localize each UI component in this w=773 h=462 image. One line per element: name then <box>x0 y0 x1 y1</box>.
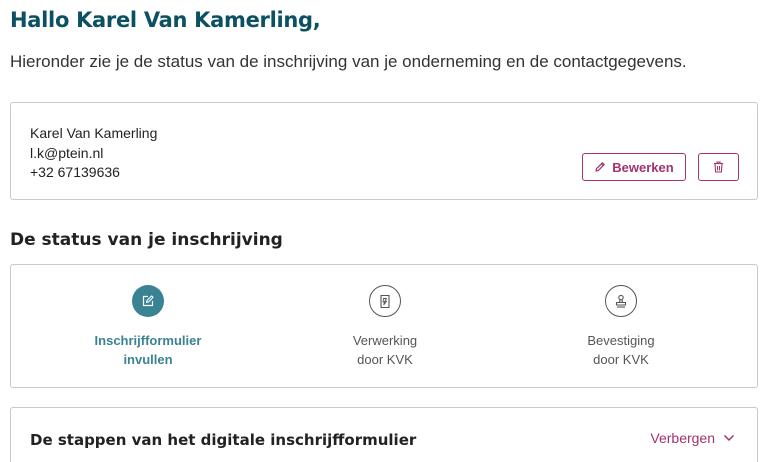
step-circle <box>132 285 164 317</box>
status-card: Inschrijfformulier invullen Verwerking d… <box>10 264 758 388</box>
step-label: Inschrijfformulier invullen <box>48 331 248 369</box>
toggle-label: Verbergen <box>650 430 715 446</box>
contact-name: Karel Van Kamerling <box>30 125 158 141</box>
contact-email: l.k@ptein.nl <box>30 144 104 161</box>
edit-icon <box>142 295 154 307</box>
hide-steps-toggle[interactable]: Verbergen <box>650 430 735 446</box>
page-title: Hallo Karel Van Kamerling, <box>10 8 321 32</box>
status-step-processing: Verwerking door KVK <box>285 285 485 369</box>
form-steps-card: De stappen van het digitale inschrijffor… <box>10 407 758 462</box>
status-step-form: Inschrijfformulier invullen <box>48 285 248 369</box>
intro-text: Hieronder zie je de status van de inschr… <box>10 52 687 71</box>
contact-phone: +32 67139636 <box>30 164 120 180</box>
step-label-line2: door KVK <box>593 352 649 367</box>
step-label-line1: Verwerking <box>352 333 418 348</box>
step-label: Verwerking door KVK <box>285 331 485 369</box>
step-label-line1: Bevestiging <box>587 333 655 348</box>
step-circle <box>369 285 401 317</box>
trash-icon <box>714 161 723 173</box>
chevron-down-icon <box>723 434 735 442</box>
document-icon <box>380 294 390 308</box>
contact-details: Karel Van Kamerling l.k@ptein.nl +32 671… <box>30 124 157 183</box>
step-label-line2: door KVK <box>357 352 413 367</box>
status-step-confirmation: Bevestiging door KVK <box>521 285 721 369</box>
step-label-line1: Inschrijfformulier <box>94 333 202 348</box>
edit-button-label: Bewerken <box>612 159 674 175</box>
contact-card: Karel Van Kamerling l.k@ptein.nl +32 671… <box>10 102 758 200</box>
step-label: Bevestiging door KVK <box>521 331 721 369</box>
form-steps-title: De stappen van het digitale inschrijffor… <box>30 431 417 449</box>
edit-button[interactable]: Bewerken <box>582 153 686 181</box>
delete-button[interactable] <box>698 153 739 181</box>
step-label-line2: invullen <box>123 352 173 367</box>
step-circle <box>605 285 637 317</box>
stamp-icon <box>615 294 627 308</box>
status-section-title: De status van je inschrijving <box>10 230 283 250</box>
pencil-icon <box>595 162 606 172</box>
